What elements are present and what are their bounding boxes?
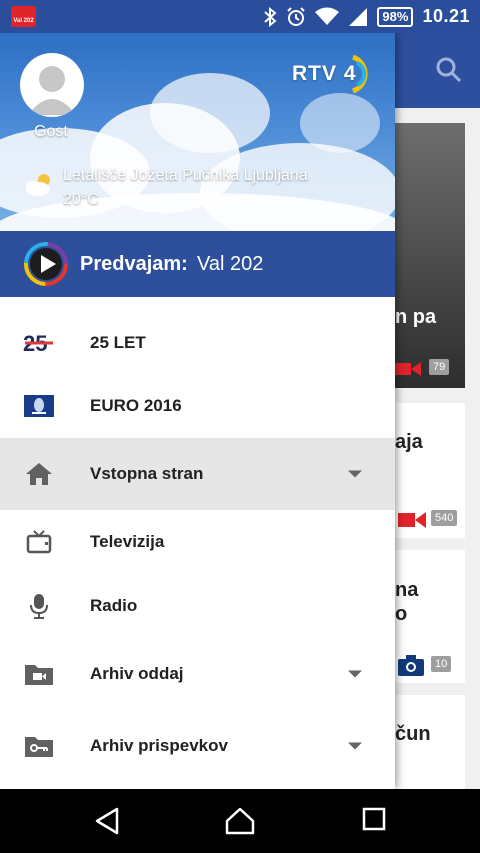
system-navigation-bar [0,789,480,853]
weather-location: Letališče Jožeta Pučnika Ljubljana [63,167,308,184]
menu-item-vstopna-stran[interactable]: Vstopna stran [0,438,395,510]
key-folder-icon [22,732,56,760]
background-card-title: aja [395,431,423,453]
user-avatar-icon [28,66,76,115]
battery-indicator: 98% [377,6,414,27]
bluetooth-icon [263,6,277,27]
screen: Val 202 98% 10.21 n pa 79 aja 540 na o 1… [0,0,480,853]
chevron-down-icon[interactable] [348,742,362,750]
menu-item-label: EURO 2016 [90,396,182,415]
menu-item-label: Vstopna stran [90,464,204,483]
drawer-header: Gost RTV 4 Letališče Jožeta Pučnika Ljub… [0,33,395,231]
now-playing-station: Val 202 [197,253,264,275]
comment-count-badge: 79 [429,359,450,375]
user-name: Gost [34,123,68,140]
background-card-title: čun [395,723,431,745]
video-icon [395,362,421,376]
clock: 10.21 [422,6,470,26]
menu-item-label: Radio [90,596,138,615]
background-card-title: na o [395,579,419,625]
alarm-icon [286,6,306,27]
menu-item-arhiv-oddaj[interactable]: Arhiv oddaj [0,638,395,710]
microphone-icon [22,592,56,620]
background-card[interactable]: čun [395,695,465,789]
navigation-drawer: Gost RTV 4 Letališče Jožeta Pučnika Ljub… [0,33,395,789]
video-folder-icon [22,660,56,688]
chevron-down-icon[interactable] [348,470,362,478]
comment-count-badge: 540 [431,510,458,526]
menu-item-televizija[interactable]: Televizija [0,508,395,576]
recent-apps-icon[interactable] [362,807,386,836]
play-icon[interactable] [23,241,69,292]
menu-item-label: 25 LET [90,333,146,352]
rtv4-logo-text: RTV 4 [292,62,357,85]
background-hero-title: n pa [395,306,437,328]
search-icon[interactable] [436,57,462,88]
user-avatar[interactable] [20,53,84,117]
signal-icon [348,7,368,27]
chevron-down-icon[interactable] [348,670,362,678]
rtv4-logo-icon [351,54,368,94]
notification-app-icon: Val 202 [11,6,36,27]
status-bar: Val 202 98% 10.21 [0,0,480,33]
rtv4-logo: RTV 4 [292,53,373,95]
background-card[interactable]: na o 10 [395,550,465,683]
background-hero-card[interactable]: n pa 79 [395,123,465,388]
video-icon [398,512,426,528]
home-icon [22,460,56,488]
menu-item-arhiv-prispevkov[interactable]: Arhiv prispevkov [0,710,395,782]
menu-item-label: Televizija [90,532,165,551]
menu-item-25-let[interactable]: 25 25 LET [0,309,395,377]
menu-item-label: Arhiv prispevkov [90,736,228,755]
menu-item-label: Arhiv oddaj [90,664,184,683]
home-button-icon[interactable] [225,807,255,840]
weather-temperature: 20°C [63,191,99,208]
comment-count-badge: 10 [431,656,452,672]
tv-icon [22,528,56,556]
background-card[interactable]: aja 540 [395,403,465,538]
back-icon[interactable] [94,807,120,840]
partly-cloudy-icon [24,171,56,202]
menu-item-euro-2016[interactable]: EURO 2016 [0,372,395,440]
now-playing-label: Predvajam: [80,253,188,275]
notification-app-label: Val 202 [13,18,34,24]
25-years-logo-icon: 25 [22,329,56,357]
now-playing-bar[interactable]: Predvajam: Val 202 [0,231,395,297]
menu-item-radio[interactable]: Radio [0,572,395,640]
euro-2016-logo-icon [22,392,56,420]
camera-icon [398,655,424,676]
wifi-icon [315,7,340,27]
